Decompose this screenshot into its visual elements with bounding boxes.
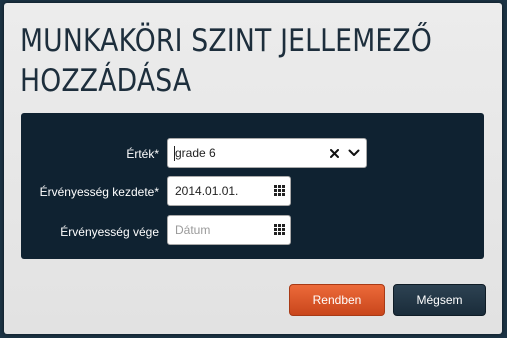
value-select-text: grade 6 — [175, 146, 216, 160]
add-job-level-attribute-dialog: MUNKAKÖRI SZINT JELLEMEZŐ HOZZÁDÁSA Érté… — [4, 3, 502, 334]
cancel-button[interactable]: Mégsem — [393, 284, 486, 316]
calendar-icon[interactable] — [274, 224, 285, 235]
end-date-placeholder: Dátum — [175, 223, 211, 237]
value-select[interactable]: grade 6 — [167, 138, 367, 168]
calendar-icon[interactable] — [274, 185, 285, 196]
dialog-title-line2: HOZZÁDÁSA — [20, 63, 192, 99]
start-date-input[interactable]: 2014.01.01. — [167, 176, 291, 206]
end-date-input[interactable]: Dátum — [167, 215, 291, 245]
end-date-label: Érvényesség vége — [60, 225, 159, 239]
chevron-down-icon[interactable] — [348, 149, 360, 157]
start-date-value: 2014.01.01. — [175, 184, 239, 198]
form-panel: Érték* grade 6 Érvényesség kezdete* 2014… — [21, 113, 484, 259]
close-icon[interactable] — [330, 148, 339, 158]
dialog-title: MUNKAKÖRI SZINT JELLEMEZŐ HOZZÁDÁSA — [20, 21, 432, 101]
ok-button[interactable]: Rendben — [289, 284, 385, 316]
dialog-title-line1: MUNKAKÖRI SZINT JELLEMEZŐ — [20, 23, 432, 59]
text-cursor — [174, 146, 175, 161]
value-label: Érték* — [126, 147, 159, 161]
start-date-label: Érvényesség kezdete* — [39, 185, 159, 199]
